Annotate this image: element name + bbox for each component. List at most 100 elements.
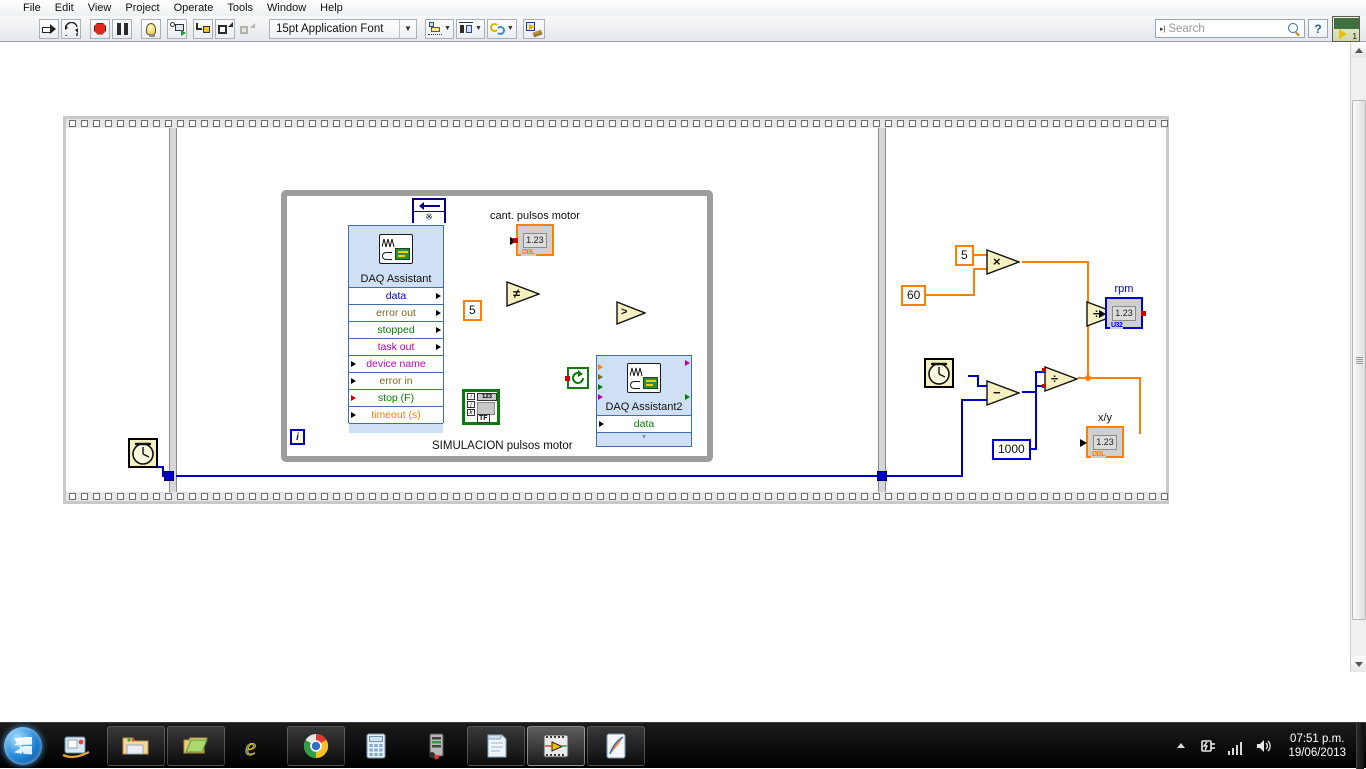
subtract-function[interactable]: − — [986, 380, 1020, 406]
sequence-tick — [1089, 120, 1096, 127]
reorder-button[interactable]: ▼ — [487, 19, 517, 39]
step-out-button[interactable] — [237, 19, 257, 39]
daq1-terminal-timeout[interactable]: timeout (s) — [349, 407, 443, 424]
x-over-y-indicator[interactable]: x/y 1.23 DBL — [1086, 412, 1124, 458]
not-equal-function[interactable]: ≠ — [506, 281, 540, 307]
constant-1000[interactable]: 1000 — [992, 439, 1031, 460]
daq1-terminal-data[interactable]: data — [349, 288, 443, 305]
chevron-down-icon[interactable]: ▼ — [507, 25, 514, 32]
vi-connector-icon[interactable]: 1 — [1332, 16, 1360, 42]
divide-function-time[interactable]: ÷ — [1044, 366, 1078, 392]
taskbar-item-notepad[interactable] — [467, 726, 525, 766]
block-diagram-canvas[interactable]: i SIMULACION pulsos motor ※ DAQ Assistan… — [0, 42, 1336, 672]
daq1-expand-tail[interactable] — [349, 424, 443, 433]
sequence-tunnel-left[interactable] — [164, 471, 174, 481]
taskbar-item-folder[interactable] — [167, 726, 225, 766]
run-continuously-button[interactable] — [61, 19, 81, 39]
magnifier-icon[interactable] — [1288, 23, 1300, 35]
start-button[interactable] — [0, 724, 46, 768]
daq1-terminal-stopped[interactable]: stopped — [349, 322, 443, 339]
daq1-terminal-error-in[interactable]: error in — [349, 373, 443, 390]
menu-item-edit[interactable]: Edit — [48, 1, 81, 16]
index-array-node[interactable]: i j k 123 TF — [462, 389, 500, 425]
network-signal-icon[interactable] — [1227, 737, 1245, 755]
menu-item-view[interactable]: View — [81, 1, 119, 16]
debug-controls-group — [89, 19, 133, 39]
sequence-frame-divider-2[interactable] — [878, 128, 886, 492]
tick-count-frame1[interactable] — [128, 438, 158, 468]
scroll-down-button[interactable] — [1351, 656, 1366, 672]
vertical-scrollbar-thumb[interactable] — [1352, 100, 1366, 620]
sequence-frame-divider-1[interactable] — [169, 128, 177, 492]
menu-item-file[interactable]: File — [16, 1, 48, 16]
daq-assistant-2[interactable]: DAQ Assistant2 data ▾ — [596, 355, 692, 447]
abort-button[interactable] — [90, 19, 110, 39]
highlight-execution-button[interactable] — [141, 19, 161, 39]
rpm-box[interactable]: 1.23 U32 — [1105, 297, 1143, 329]
daq1-terminal-error-out[interactable]: error out — [349, 305, 443, 322]
distribute-objects-button[interactable]: ▼ — [456, 19, 485, 39]
context-help-button[interactable]: ? — [1308, 19, 1328, 38]
cleanup-diagram-button[interactable] — [523, 19, 545, 39]
loop-boundary-node[interactable] — [567, 367, 589, 389]
greater-than-function[interactable]: > — [616, 301, 646, 325]
taskbar-item-paint[interactable] — [587, 726, 645, 766]
chevron-down-icon[interactable]: ▼ — [444, 25, 451, 32]
chevron-down-icon[interactable]: ▼ — [475, 25, 482, 32]
constant-5-right[interactable]: 5 — [955, 245, 974, 266]
scroll-up-button[interactable] — [1351, 42, 1366, 58]
sequence-tick — [801, 120, 808, 127]
step-over-button[interactable] — [215, 19, 235, 39]
menu-item-help[interactable]: Help — [313, 1, 350, 16]
show-hidden-icons-button[interactable] — [1177, 743, 1185, 748]
sequence-tick — [825, 120, 832, 127]
search-options-icon[interactable]: ▸| — [1156, 25, 1168, 33]
volume-icon[interactable] — [1255, 737, 1273, 755]
show-desktop-button[interactable] — [1356, 723, 1364, 769]
daq1-terminal-stop-f[interactable]: stop (F) — [349, 390, 443, 407]
menu-item-tools[interactable]: Tools — [220, 1, 260, 16]
power-plug-icon[interactable] — [1199, 737, 1217, 755]
daq2-expand-tail[interactable]: ▾ — [597, 433, 691, 443]
taskbar-item-media-center[interactable] — [47, 726, 105, 766]
taskbar-item-calculator[interactable] — [347, 726, 405, 766]
daq1-terminal-device-name[interactable]: device name — [349, 356, 443, 373]
multiply-function[interactable]: × — [986, 249, 1020, 275]
cant-pulsos-motor-indicator[interactable]: cant. pulsos motor 1.23 DBL — [490, 210, 580, 256]
taskbar-item-computer[interactable] — [407, 726, 465, 766]
menu-item-window[interactable]: Window — [260, 1, 313, 16]
daq1-terminal-task-out[interactable]: task out — [349, 339, 443, 356]
taskbar-clock[interactable]: 07:51 p.m. 19/06/2013 — [1278, 732, 1356, 760]
daq-assistant-1[interactable]: DAQ Assistant data error out stopped tas… — [348, 225, 444, 423]
x-over-y-box[interactable]: 1.23 DBL — [1086, 426, 1124, 458]
daq2-terminal-data[interactable]: data — [597, 416, 691, 433]
align-objects-button[interactable]: ▼ — [425, 19, 454, 39]
retain-wire-values-button[interactable] — [167, 19, 187, 39]
iteration-terminal[interactable]: i — [290, 429, 305, 445]
pause-button[interactable] — [112, 19, 132, 39]
sequence-tunnel-right[interactable] — [877, 471, 887, 481]
menu-item-project[interactable]: Project — [118, 1, 166, 16]
search-input[interactable]: ▸| Search — [1155, 19, 1305, 38]
taskbar-item-internet-explorer[interactable]: e — [227, 726, 285, 766]
rpm-indicator[interactable]: rpm 1.23 U32 — [1105, 283, 1143, 329]
taskbar-item-labview[interactable] — [527, 726, 585, 766]
chevron-down-icon[interactable]: ▼ — [400, 24, 416, 33]
daq1-terminal-device-name-label: device name — [366, 358, 426, 370]
tick-count-frame3[interactable] — [924, 358, 954, 388]
sequence-tick — [1065, 120, 1072, 127]
sequence-tick — [381, 493, 388, 500]
feedback-node[interactable]: ※ — [412, 198, 446, 223]
pause-icon — [117, 23, 128, 35]
taskbar-item-explorer[interactable] — [107, 726, 165, 766]
run-button[interactable] — [39, 19, 59, 39]
step-into-button[interactable] — [193, 19, 213, 39]
taskbar-item-chrome[interactable] — [287, 726, 345, 766]
constant-5-loop[interactable]: 5 — [463, 300, 482, 321]
cant-pulsos-motor-box[interactable]: 1.23 DBL — [516, 224, 554, 256]
sequence-bottom-edge — [66, 492, 1166, 501]
constant-60[interactable]: 60 — [901, 285, 926, 306]
menu-item-operate[interactable]: Operate — [167, 1, 221, 16]
font-selector[interactable]: 15pt Application Font ▼ — [269, 19, 417, 39]
vertical-scrollbar[interactable] — [1350, 42, 1366, 672]
